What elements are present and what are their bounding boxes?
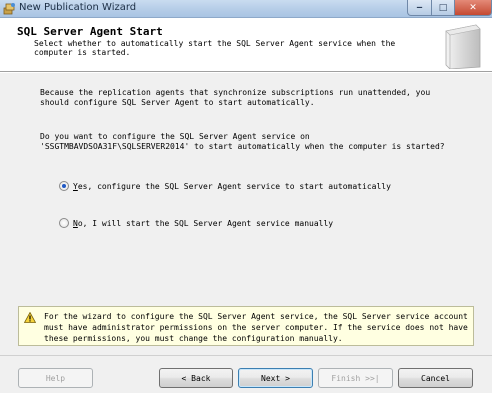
radio-option-no[interactable]: No, I will start the SQL Server Agent se… (59, 217, 333, 229)
help-button[interactable]: Help (18, 368, 93, 388)
wizard-header: SQL Server Agent Start Select whether to… (0, 18, 492, 72)
server-graphic-icon (445, 24, 481, 69)
warning-box: For the wizard to configure the SQL Serv… (18, 306, 474, 346)
back-button[interactable]: < Back (159, 368, 233, 388)
warning-text: For the wizard to configure the SQL Serv… (44, 312, 468, 343)
close-button[interactable]: ✕ (454, 0, 492, 16)
next-button[interactable]: Next > (238, 368, 313, 388)
page-subtitle: Select whether to automatically start th… (34, 39, 396, 57)
question-line-1: Do you want to configure the SQL Server … (40, 132, 310, 141)
explanation-text: Because the replication agents that sync… (40, 88, 431, 107)
cancel-button[interactable]: Cancel (398, 368, 473, 388)
maximize-button[interactable]: □ (431, 0, 455, 16)
wizard-body: Because the replication agents that sync… (0, 73, 492, 355)
radio-label-yes[interactable]: Yes, configure the SQL Server Agent serv… (73, 182, 391, 191)
radio-label-no[interactable]: No, I will start the SQL Server Agent se… (73, 219, 333, 228)
question-text: Do you want to configure the SQL Server … (40, 132, 450, 152)
minimize-button[interactable]: ‒ (407, 0, 432, 16)
warning-icon (24, 312, 36, 323)
wizard-footer: Help < Back Next > Finish >>| Cancel (0, 355, 492, 393)
window-title: New Publication Wizard (19, 2, 137, 13)
title-bar[interactable]: New Publication Wizard ‒ □ ✕ (0, 0, 492, 18)
question-line-2: 'SSGTMBAVDSOA31F\SQLSERVER2014' to start… (40, 142, 445, 151)
finish-button[interactable]: Finish >>| (318, 368, 393, 388)
page-title: SQL Server Agent Start (17, 25, 163, 38)
radio-button-no[interactable] (59, 218, 69, 228)
radio-option-yes[interactable]: Yes, configure the SQL Server Agent serv… (59, 180, 391, 192)
wizard-icon (3, 3, 15, 15)
radio-button-yes[interactable] (59, 181, 69, 191)
